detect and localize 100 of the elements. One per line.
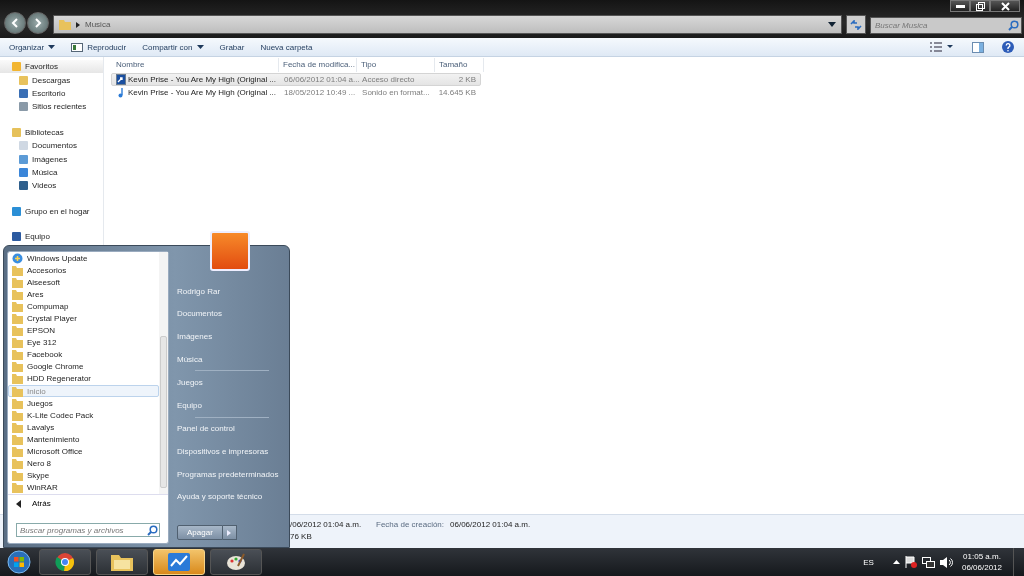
column-header[interactable]: Tipo: [357, 58, 435, 72]
sidebar-item[interactable]: Equipo: [0, 229, 103, 244]
taskbar-app-button[interactable]: [96, 549, 148, 575]
speaker-icon[interactable]: [939, 556, 953, 568]
back-button[interactable]: [4, 12, 26, 34]
program-item[interactable]: Microsoft Office: [8, 445, 159, 458]
detail-value: 06/06/2012 01:04 a.m.: [450, 519, 532, 531]
folder-icon: [12, 458, 23, 470]
toolbar-button[interactable]: Reproducir: [68, 42, 130, 52]
toolbar-button[interactable]: Nueva carpeta: [257, 42, 316, 52]
folder-icon: [12, 385, 23, 397]
program-item[interactable]: Windows Update: [8, 252, 159, 265]
program-item[interactable]: Lavalys: [8, 421, 159, 434]
file-row[interactable]: Kevin Prise - You Are My High (Original ... 06/06/2012 01:04 a... Acceso directo 2 KB: [111, 73, 481, 86]
folder-icon: [12, 482, 23, 494]
toolbar-button[interactable]: Grabar: [216, 42, 248, 52]
program-item[interactable]: Ares: [8, 288, 159, 301]
folder-icon: [12, 446, 23, 458]
clock-time[interactable]: 01:05 a.m.: [963, 551, 1001, 562]
flag-icon[interactable]: [904, 556, 917, 568]
folder-icon: [12, 337, 23, 349]
start-menu-item[interactable]: Programas predeterminados: [177, 462, 283, 486]
folder-icon: [111, 553, 133, 571]
sidebar-item[interactable]: Bibliotecas: [0, 125, 103, 139]
pane-icon: [972, 41, 984, 53]
address-bar[interactable]: Musica: [53, 15, 842, 34]
sidebar-item[interactable]: Documentos: [0, 138, 103, 153]
program-item[interactable]: K-Lite Codec Pack: [8, 409, 159, 422]
clock-date[interactable]: 06/06/2012: [961, 562, 1002, 573]
sidebar-item[interactable]: Grupo en el hogar: [0, 204, 103, 218]
line-chart-icon: [168, 553, 190, 571]
program-item[interactable]: Facebook: [8, 348, 159, 361]
sidebar-icon: [12, 206, 21, 216]
file-row[interactable]: Kevin Prise - You Are My High (Original ... 18/05/2012 10:49 ... Sonido en format... 14.645 KB: [111, 86, 481, 99]
program-item[interactable]: Aiseesoft: [8, 276, 159, 289]
folder-icon: [12, 349, 23, 361]
chevron-icon[interactable]: [76, 21, 80, 28]
minimize-button[interactable]: [950, 0, 970, 12]
music-note-icon: [116, 87, 126, 98]
back-button[interactable]: Atrás: [8, 495, 59, 512]
taskbar-app-button[interactable]: [39, 549, 91, 575]
column-header[interactable]: Fecha de modifica...: [279, 58, 357, 72]
network-icon[interactable]: [921, 556, 935, 568]
scrollbar[interactable]: [159, 252, 168, 494]
sidebar-item[interactable]: Descargas: [0, 73, 103, 87]
sidebar-item[interactable]: Videos: [0, 179, 103, 193]
refresh-icon: [850, 19, 862, 30]
folder-icon: [12, 373, 23, 385]
sidebar-item[interactable]: Favoritos: [0, 60, 103, 74]
column-header[interactable]: Tamaño: [435, 58, 484, 72]
forward-button[interactable]: [27, 12, 49, 34]
breadcrumb-item[interactable]: Musica: [85, 20, 111, 29]
windows-logo-icon: [7, 550, 31, 574]
program-item[interactable]: Skype: [8, 469, 159, 482]
caret-icon: [196, 45, 204, 49]
table-cell-text: 14.645 KB: [437, 88, 477, 97]
toolbar-button[interactable]: Organizar: [6, 42, 59, 52]
program-item[interactable]: Crystal Player: [8, 312, 159, 325]
user-picture: [210, 231, 250, 271]
sidebar-item[interactable]: Música: [0, 165, 103, 180]
left-triangle-icon: [16, 499, 21, 508]
language-indicator[interactable]: ES: [863, 557, 874, 567]
program-item[interactable]: Accesorios: [8, 264, 159, 277]
program-item[interactable]: Eye 312: [8, 336, 159, 349]
close-icon: [1000, 1, 1010, 11]
sidebar-item[interactable]: Sitios recientes: [0, 100, 103, 114]
help-icon: [1002, 41, 1014, 53]
dropdown-icon[interactable]: [828, 22, 836, 27]
folder-icon: [12, 409, 23, 421]
refresh-button[interactable]: [846, 15, 866, 34]
program-item[interactable]: Nero 8: [8, 457, 159, 470]
program-item[interactable]: Mantenimiento: [8, 433, 159, 446]
folder-icon: [12, 288, 23, 300]
table-cell-text: 06/06/2012 01:04 a...: [283, 75, 359, 84]
toolbar-button[interactable]: Compartir con: [139, 42, 207, 52]
program-item[interactable]: EPSON: [8, 324, 159, 337]
detail-value: 76 KB: [290, 531, 313, 543]
folder-icon: [12, 470, 23, 482]
shortcut-icon: [116, 74, 126, 85]
taskbar-app-button[interactable]: [210, 549, 262, 575]
program-item[interactable]: HDD Regenerator: [8, 372, 159, 386]
program-item[interactable]: Compumap: [8, 300, 159, 313]
restore-button[interactable]: [970, 0, 990, 12]
player-icon: [71, 42, 84, 52]
folder-icon: [12, 361, 23, 373]
program-item[interactable]: WinRAR: [8, 481, 159, 494]
close-button[interactable]: [990, 0, 1020, 12]
right-triangle-icon: [227, 529, 232, 536]
sidebar-item[interactable]: Escritorio: [0, 86, 103, 101]
sidebar-icon: [12, 232, 21, 242]
restore-icon: [975, 1, 985, 11]
browser-icon: [55, 552, 75, 572]
table-cell-text: 18/05/2012 10:49 ...: [283, 88, 357, 97]
column-header[interactable]: Nombre: [112, 58, 279, 72]
sidebar-item[interactable]: Imágenes: [0, 152, 103, 166]
show-hidden-icons-icon[interactable]: [892, 560, 900, 564]
start-button[interactable]: [4, 548, 34, 576]
program-item[interactable]: Google Chrome: [8, 360, 159, 373]
program-item[interactable]: Juegos: [8, 397, 159, 410]
folder-icon: [12, 313, 23, 324]
